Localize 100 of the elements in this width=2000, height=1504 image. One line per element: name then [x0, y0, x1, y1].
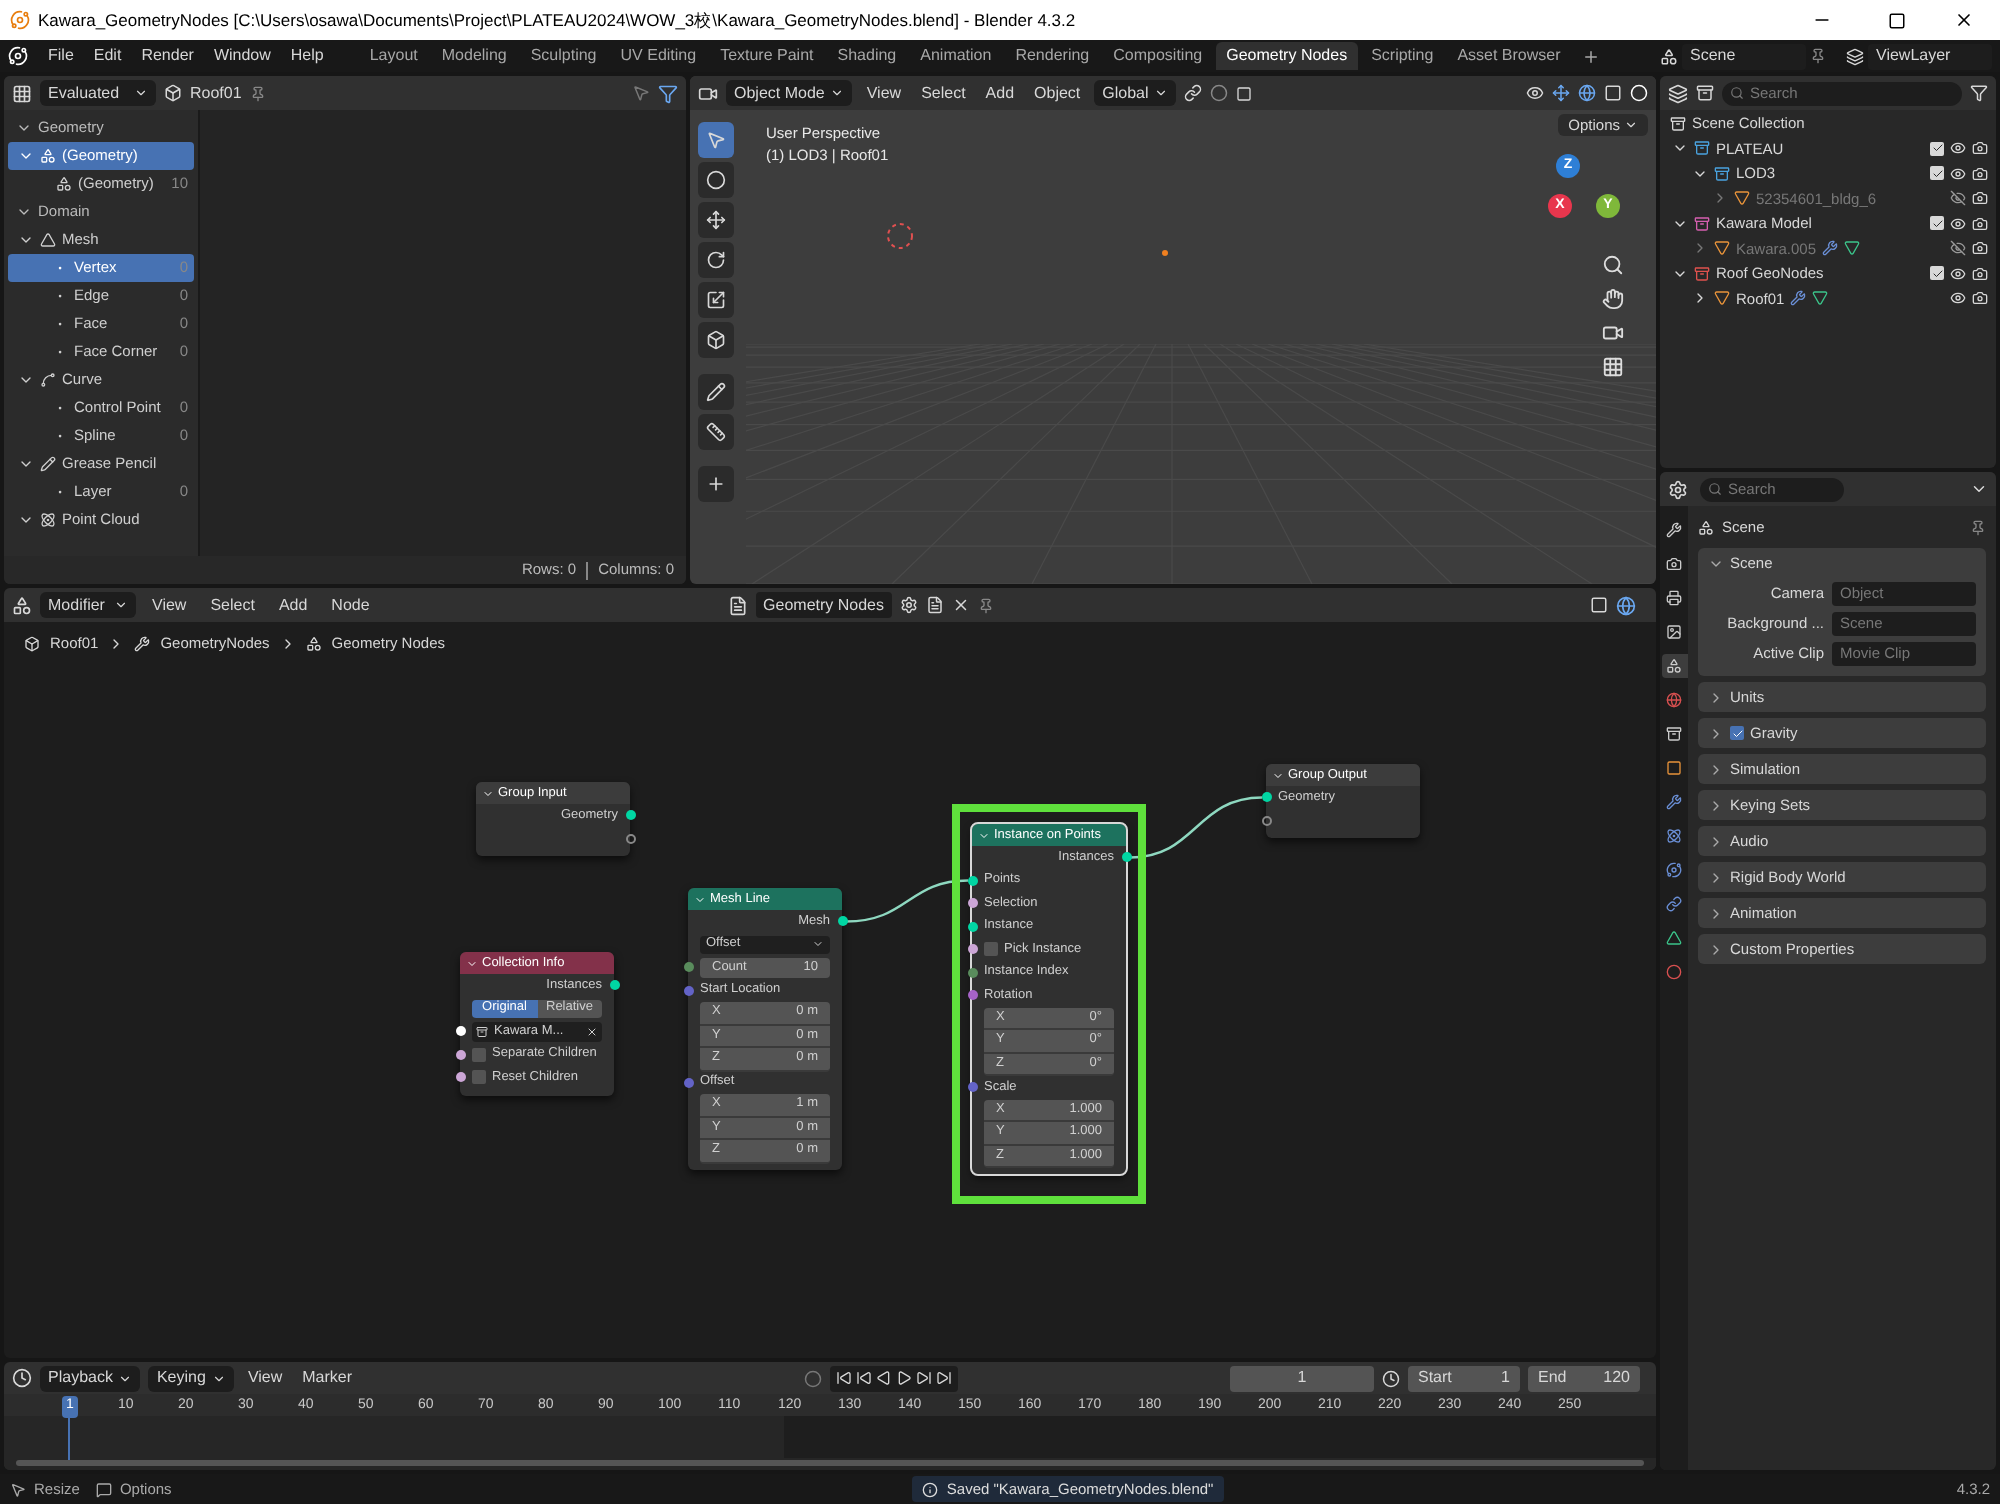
pin-icon[interactable]	[1970, 520, 1986, 536]
collapse-icon[interactable]	[482, 787, 494, 799]
view-layer-selector[interactable]: ViewLayer	[1868, 43, 1992, 69]
properties-tab[interactable]	[1661, 518, 1687, 542]
overlay-icon[interactable]	[1616, 595, 1636, 615]
checkbox[interactable]	[1930, 216, 1944, 231]
previous-keyframe-icon[interactable]	[856, 1370, 873, 1386]
properties-tab[interactable]	[1661, 892, 1687, 916]
hidden-icon[interactable]	[1950, 190, 1966, 207]
duplicate-icon[interactable]	[926, 596, 944, 614]
render-icon[interactable]	[1972, 140, 1988, 157]
collapse-icon[interactable]	[1272, 769, 1284, 781]
pan-icon[interactable]	[1602, 288, 1624, 310]
shading-icon[interactable]	[1630, 84, 1648, 102]
menu-item[interactable]: Add	[979, 81, 1021, 105]
display-mode-icon[interactable]	[1696, 84, 1714, 102]
xray-icon[interactable]	[1604, 84, 1622, 102]
workspace-tab[interactable]: Geometry Nodes	[1216, 42, 1358, 70]
checkbox[interactable]	[1930, 266, 1944, 281]
properties-tab[interactable]	[1661, 790, 1687, 814]
menu-item[interactable]: View	[144, 593, 195, 617]
orientation-dropdown[interactable]: Global	[1094, 80, 1177, 106]
properties-tab[interactable]	[1661, 620, 1687, 644]
checkbox[interactable]	[1730, 726, 1744, 740]
visibility-icon[interactable]	[1950, 165, 1966, 182]
tool-button[interactable]	[698, 202, 734, 238]
chevron-icon[interactable]	[1708, 941, 1724, 957]
workspace-tab[interactable]: Animation	[910, 42, 1002, 70]
workspace-tab[interactable]: Asset Browser	[1447, 42, 1571, 70]
editor-type-icon[interactable]	[12, 83, 32, 103]
chevron-icon[interactable]	[1708, 761, 1724, 777]
properties-tab[interactable]	[1661, 926, 1687, 950]
properties-tab[interactable]	[1661, 654, 1687, 678]
properties-tab[interactable]	[1661, 756, 1687, 780]
menu-item[interactable]: Select	[202, 593, 263, 617]
tool-button[interactable]	[698, 374, 734, 410]
node-group-field[interactable]: Geometry Nodes	[755, 592, 892, 618]
menu-item[interactable]: View	[241, 1366, 289, 1390]
editor-type-icon[interactable]	[12, 595, 32, 615]
jump-end-icon[interactable]	[936, 1370, 953, 1386]
workspace-tab[interactable]: Modeling	[431, 42, 517, 70]
tool-button[interactable]	[698, 162, 734, 198]
workspace-tab[interactable]: Layout	[359, 42, 428, 70]
chevron-icon[interactable]	[1708, 869, 1724, 885]
menu-item[interactable]: Object	[1028, 81, 1087, 105]
tool-button[interactable]	[698, 466, 734, 502]
filter-icon[interactable]	[1970, 84, 1988, 102]
render-icon[interactable]	[1972, 190, 1988, 207]
collapse-icon[interactable]	[466, 957, 478, 969]
render-icon[interactable]	[1972, 165, 1988, 182]
render-icon[interactable]	[1972, 215, 1988, 232]
workspace-tab[interactable]: Shading	[827, 42, 907, 70]
maximize-icon[interactable]	[1888, 11, 1906, 29]
checkbox[interactable]	[472, 1047, 486, 1062]
properties-tab[interactable]	[1661, 722, 1687, 746]
tool-button[interactable]	[698, 322, 734, 358]
tool-button[interactable]	[698, 242, 734, 278]
pin-icon[interactable]	[249, 85, 266, 101]
chevron-icon[interactable]	[1708, 905, 1724, 921]
start-frame-field[interactable]: Start 1	[1408, 1365, 1520, 1391]
menu-item[interactable]: Marker	[296, 1366, 359, 1390]
render-icon[interactable]	[1972, 265, 1988, 282]
close-icon[interactable]	[1954, 10, 1974, 30]
selection-filter-icon[interactable]	[632, 84, 650, 102]
chevron-icon[interactable]	[1708, 689, 1724, 705]
end-frame-field[interactable]: End 120	[1528, 1365, 1640, 1391]
checkbox[interactable]	[1930, 141, 1944, 156]
auto-key-icon[interactable]	[804, 1369, 823, 1387]
evaluation-dropdown[interactable]: Evaluated	[40, 80, 156, 106]
chevron-icon[interactable]	[1708, 833, 1724, 849]
chevron-icon[interactable]	[18, 148, 34, 164]
camera-view-icon[interactable]	[1602, 322, 1624, 344]
current-frame-field[interactable]: 1	[1230, 1365, 1374, 1391]
filter-icon[interactable]	[658, 83, 678, 103]
workspace-tab[interactable]: Scripting	[1361, 42, 1444, 70]
menu-item[interactable]: Node	[323, 593, 378, 617]
collapse-icon[interactable]	[694, 893, 706, 905]
clear-icon[interactable]	[586, 1025, 598, 1038]
play-icon[interactable]	[896, 1370, 913, 1386]
tool-button[interactable]	[698, 122, 734, 158]
add-workspace-icon[interactable]	[1582, 47, 1601, 65]
properties-tab[interactable]	[1661, 858, 1687, 882]
render-icon[interactable]	[1972, 240, 1988, 257]
menu-item[interactable]: View	[860, 81, 908, 105]
tool-button[interactable]	[698, 414, 734, 450]
editor-type-icon[interactable]	[12, 1368, 32, 1388]
visibility-icon[interactable]	[1526, 84, 1544, 102]
pin-icon[interactable]	[978, 597, 994, 613]
unlink-icon[interactable]	[952, 596, 970, 614]
menu-item[interactable]: File	[40, 44, 82, 68]
editor-type-icon[interactable]	[698, 83, 718, 103]
jump-start-icon[interactable]	[836, 1370, 853, 1386]
tool-button[interactable]	[698, 282, 734, 318]
node-tree-icon[interactable]	[727, 595, 748, 615]
render-icon[interactable]	[1972, 290, 1988, 307]
menu-item[interactable]: Render	[133, 44, 202, 68]
menu-item[interactable]: Edit	[85, 44, 130, 68]
editor-type-icon[interactable]	[1668, 83, 1688, 103]
checkbox[interactable]	[984, 942, 998, 957]
options-icon[interactable]	[1970, 480, 1988, 498]
